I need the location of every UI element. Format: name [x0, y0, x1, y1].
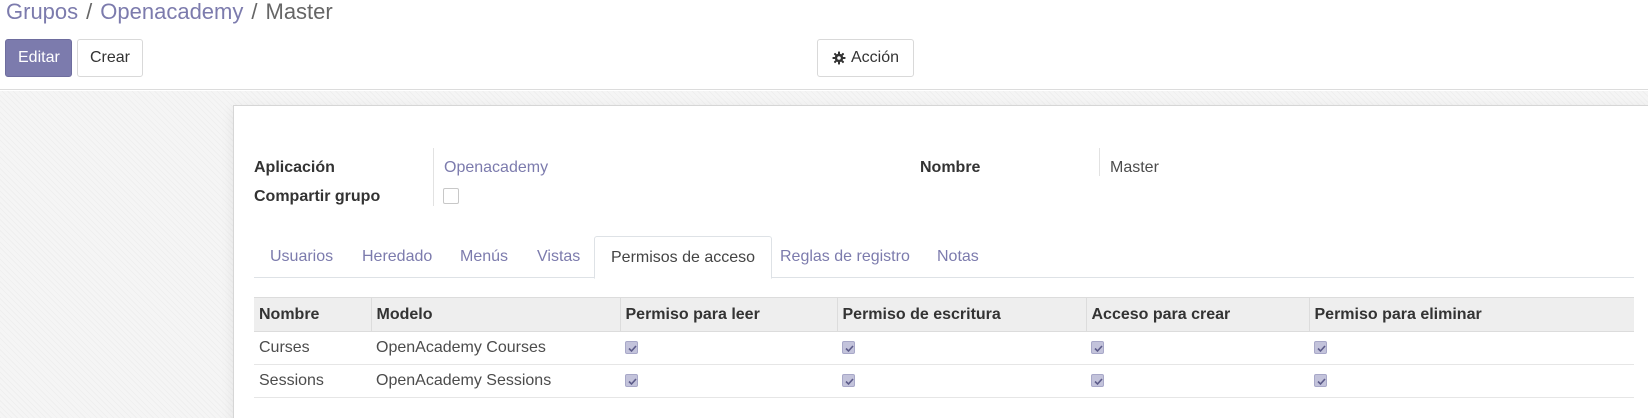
delete-checkbox[interactable] — [1314, 341, 1327, 355]
table-header-row: Nombre Modelo Permiso para leer Permiso … — [254, 297, 1634, 332]
tab-permisos-de-acceso[interactable]: Permisos de acceso — [594, 236, 773, 279]
breadcrumb-grupos-link[interactable]: Grupos — [6, 0, 78, 24]
cell-model: OpenAcademy Sessions — [371, 364, 620, 398]
tab-vistas[interactable]: Vistas — [521, 236, 596, 278]
tab-heredado[interactable]: Heredado — [346, 236, 448, 278]
control-panel: Grupos / Openacademy / Master Editar Cre… — [0, 0, 1648, 90]
check-icon — [628, 345, 637, 353]
name-value: Master — [1110, 159, 1159, 176]
share-group-checkbox[interactable] — [443, 188, 459, 204]
cell-create — [1086, 364, 1309, 398]
action-dropdown-button[interactable]: Acción — [817, 39, 914, 77]
gear-icon — [832, 51, 846, 65]
cell-name: Curses — [254, 331, 371, 365]
column-header-modelo[interactable]: Modelo — [370, 297, 620, 332]
cell-write — [837, 364, 1086, 398]
form-content-area: Aplicación Openacademy Compartir grupo N… — [0, 91, 1648, 418]
breadcrumb-separator: / — [86, 0, 93, 24]
breadcrumb-current: Master — [265, 0, 333, 24]
field-divider — [1099, 148, 1100, 176]
breadcrumb-separator: / — [251, 0, 258, 24]
write-checkbox[interactable] — [842, 341, 855, 355]
check-icon — [1317, 345, 1326, 353]
notebook-tabs: Usuarios Heredado Menús Vistas Permisos … — [254, 236, 1634, 279]
create-checkbox[interactable] — [1091, 374, 1104, 388]
column-header-permiso-leer[interactable]: Permiso para leer — [619, 297, 837, 332]
cell-read — [620, 331, 837, 365]
breadcrumb-openacademy-link[interactable]: Openacademy — [100, 0, 243, 24]
field-divider — [433, 148, 434, 206]
tab-menus[interactable]: Menús — [444, 236, 524, 278]
check-icon — [845, 378, 854, 386]
write-checkbox[interactable] — [842, 374, 855, 388]
check-icon — [1317, 378, 1326, 386]
share-group-label: Compartir grupo — [254, 188, 381, 205]
cell-create — [1086, 331, 1309, 365]
delete-checkbox[interactable] — [1314, 374, 1327, 388]
breadcrumb: Grupos / Openacademy / Master — [6, 0, 333, 24]
column-header-nombre[interactable]: Nombre — [254, 297, 371, 332]
check-icon — [1094, 345, 1103, 353]
tab-notas[interactable]: Notas — [921, 236, 995, 278]
check-icon — [1094, 378, 1103, 386]
form-sheet: Aplicación Openacademy Compartir grupo N… — [233, 105, 1648, 418]
cell-model: OpenAcademy Courses — [371, 331, 620, 365]
cell-read — [620, 364, 837, 398]
access-rights-table: Nombre Modelo Permiso para leer Permiso … — [254, 297, 1634, 398]
cell-delete — [1309, 364, 1634, 398]
table-row[interactable]: Curses OpenAcademy Courses — [254, 331, 1634, 365]
tab-usuarios[interactable]: Usuarios — [254, 236, 349, 278]
column-header-permiso-escritura[interactable]: Permiso de escritura — [836, 297, 1086, 332]
action-label: Acción — [850, 49, 900, 66]
application-label: Aplicación — [254, 159, 335, 176]
column-header-permiso-eliminar[interactable]: Permiso para eliminar — [1308, 297, 1634, 332]
check-icon — [628, 378, 637, 386]
table-row[interactable]: Sessions OpenAcademy Sessions — [254, 364, 1634, 398]
check-icon — [845, 345, 854, 353]
cell-delete — [1309, 331, 1634, 365]
create-checkbox[interactable] — [1091, 341, 1104, 355]
create-button[interactable]: Crear — [77, 39, 143, 77]
tab-reglas-de-registro[interactable]: Reglas de registro — [764, 236, 926, 278]
read-checkbox[interactable] — [625, 374, 638, 388]
read-checkbox[interactable] — [625, 341, 638, 355]
application-value-link[interactable]: Openacademy — [444, 158, 548, 178]
edit-button[interactable]: Editar — [5, 39, 72, 77]
cell-write — [837, 331, 1086, 365]
cell-name: Sessions — [254, 364, 371, 398]
column-header-acceso-crear[interactable]: Acceso para crear — [1085, 297, 1309, 332]
name-label: Nombre — [920, 159, 981, 176]
